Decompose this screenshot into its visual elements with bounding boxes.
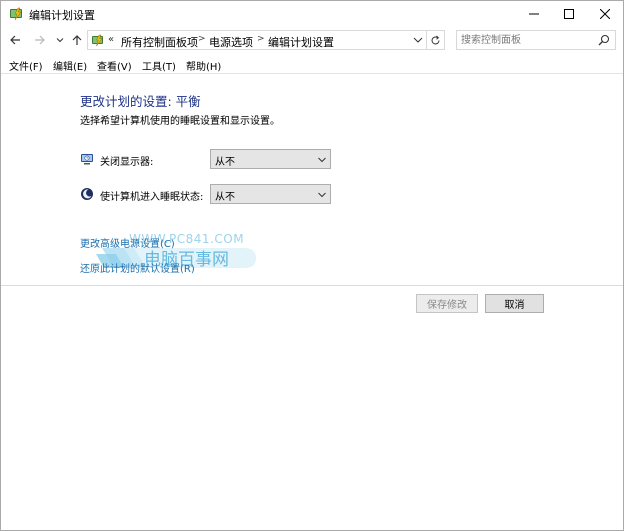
search-input[interactable] <box>461 33 591 48</box>
sleep-moon-icon <box>80 187 94 201</box>
minimize-button[interactable] <box>518 1 550 27</box>
chevron-down-icon <box>56 38 64 43</box>
restore-defaults-link[interactable]: 还原此计划的默认设置(R) <box>80 260 195 275</box>
forward-button[interactable] <box>32 31 48 49</box>
setting-sleep: 使计算机进入睡眠状态: 从不 <box>80 184 340 204</box>
save-changes-button[interactable]: 保存修改 <box>416 294 478 313</box>
menu-edit[interactable]: 编辑(E) <box>53 58 87 73</box>
arrow-right-icon <box>35 35 45 45</box>
maximize-icon <box>564 9 574 19</box>
turn-off-display-value: 从不 <box>215 157 235 168</box>
breadcrumb-overflow[interactable]: « <box>108 34 114 45</box>
navigation-bar: « 所有控制面板项 > 电源选项 > 编辑计划设置 <box>1 28 623 52</box>
refresh-icon <box>431 35 440 44</box>
breadcrumb-separator-icon[interactable]: > <box>257 34 265 44</box>
sleep-select[interactable]: 从不 <box>210 184 331 204</box>
breadcrumb-power-options[interactable]: 电源选项 <box>209 34 253 50</box>
menu-view[interactable]: 查看(V) <box>97 58 132 73</box>
minimize-icon <box>529 13 539 15</box>
address-bar[interactable]: « 所有控制面板项 > 电源选项 > 编辑计划设置 <box>87 30 427 50</box>
maximize-button[interactable] <box>553 1 585 27</box>
menu-help[interactable]: 帮助(H) <box>186 58 221 73</box>
window-title: 编辑计划设置 <box>29 9 95 22</box>
arrow-left-icon <box>10 35 20 45</box>
turn-off-display-label: 关闭显示器: <box>100 157 154 168</box>
cancel-button[interactable]: 取消 <box>485 294 544 313</box>
address-dropdown-icon[interactable] <box>413 35 423 45</box>
sleep-label: 使计算机进入睡眠状态: <box>100 192 204 203</box>
title-bar: 编辑计划设置 <box>1 1 623 27</box>
window: 编辑计划设置 « 所有控制面板项 > 电源选项 > 编辑计划设置 搜索控制面板 … <box>0 0 624 531</box>
arrow-up-icon <box>72 35 82 45</box>
menu-bar: 文件(F) 编辑(E) 查看(V) 工具(T) 帮助(H) <box>1 55 623 73</box>
sleep-value: 从不 <box>215 192 235 203</box>
page-title: 更改计划的设置: 平衡 <box>80 94 201 109</box>
power-options-icon <box>9 6 25 22</box>
page-subtitle: 选择希望计算机使用的睡眠设置和显示设置。 <box>80 116 280 127</box>
breadcrumb-all-control-panel-items[interactable]: 所有控制面板项 <box>121 34 198 50</box>
refresh-button[interactable] <box>427 30 445 50</box>
recent-locations-button[interactable] <box>52 31 68 49</box>
menu-tools[interactable]: 工具(T) <box>142 58 176 73</box>
monitor-icon <box>80 152 94 166</box>
turn-off-display-select[interactable]: 从不 <box>210 149 331 169</box>
content-divider <box>1 285 623 286</box>
control-panel-icon <box>91 33 106 48</box>
chevron-down-icon <box>318 192 326 198</box>
close-icon <box>600 9 610 19</box>
menu-divider <box>1 73 623 74</box>
search-icon[interactable] <box>598 34 610 46</box>
menu-file[interactable]: 文件(F) <box>9 58 43 73</box>
breadcrumb-edit-plan-settings[interactable]: 编辑计划设置 <box>268 34 334 50</box>
setting-turn-off-display: 关闭显示器: 从不 <box>80 149 340 169</box>
close-button[interactable] <box>589 1 621 27</box>
breadcrumb-separator-icon[interactable]: > <box>198 34 206 44</box>
back-button[interactable] <box>7 31 23 49</box>
advanced-power-settings-link[interactable]: 更改高级电源设置(C) <box>80 235 175 250</box>
chevron-down-icon <box>318 157 326 163</box>
search-box[interactable] <box>456 30 616 50</box>
up-button[interactable] <box>69 31 85 49</box>
